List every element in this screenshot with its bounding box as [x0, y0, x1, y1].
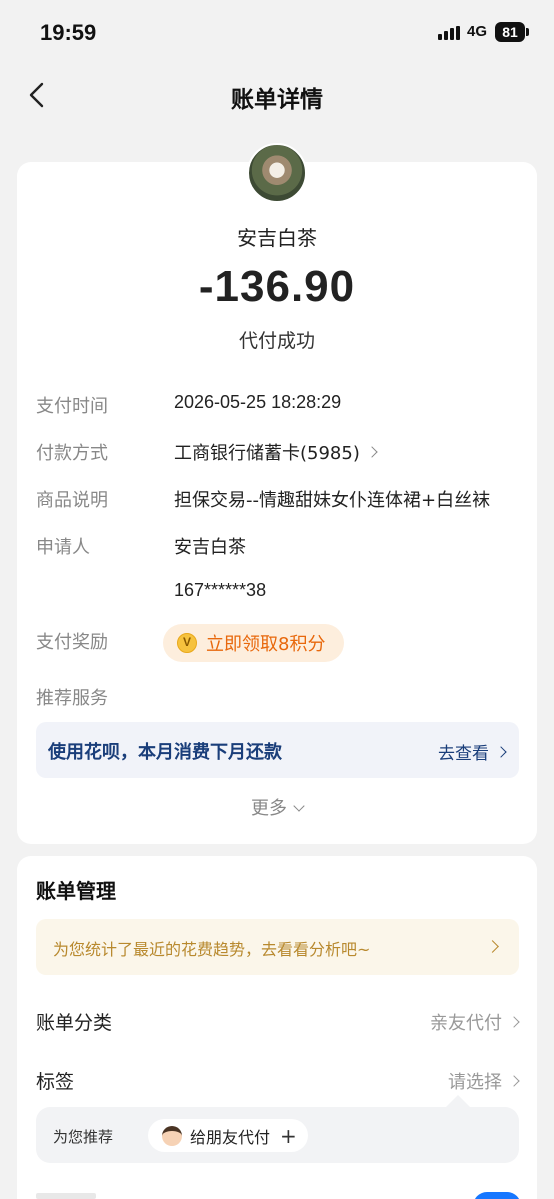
spending-trend-text: 为您统计了最近的花费趋势，去看看分析吧~ — [53, 940, 371, 959]
next-row-label-partial — [36, 1193, 96, 1199]
chevron-right-icon — [486, 940, 499, 953]
applicant-phone: 167******38 — [174, 580, 267, 600]
view-promo-label: 去查看 — [438, 744, 489, 764]
recommend-for-you-label: 为您推荐 — [53, 1128, 114, 1146]
applicant-value: 安吉白茶 — [174, 537, 246, 558]
chevron-down-icon — [293, 800, 305, 812]
tag-value: 请选择 — [448, 1072, 502, 1093]
more-button[interactable]: 更多 — [0, 794, 554, 820]
status-bar: 19:59 4G 81 — [0, 0, 554, 66]
view-promo-link[interactable]: 去查看 — [438, 739, 507, 764]
pay-time-label: 支付时间 — [36, 396, 108, 417]
nav-bar: 账单详情 — [0, 66, 554, 124]
chevron-right-icon — [508, 1075, 520, 1087]
huabei-promo-text: 使用花呗，本月消费下月还款 — [48, 742, 282, 763]
item-desc-label: 商品说明 — [36, 490, 108, 511]
bill-category-label: 账单分类 — [36, 1012, 113, 1034]
battery-icon: 81 — [495, 22, 525, 42]
tag-chip-label: 给朋友代付 — [190, 1127, 271, 1147]
battery-tip — [526, 28, 529, 36]
tag-label: 标签 — [36, 1071, 75, 1093]
points-coin-icon: V — [177, 633, 197, 653]
spending-trend-banner[interactable]: 为您统计了最近的花费趋势，去看看分析吧~ — [36, 919, 519, 975]
chevron-right-icon — [495, 746, 507, 758]
page-title: 账单详情 — [231, 87, 323, 113]
recommend-tip-arrow — [446, 1095, 470, 1107]
recommend-service-label: 推荐服务 — [36, 688, 108, 709]
bill-category-value: 亲友代付 — [430, 1013, 502, 1034]
bill-management-title: 账单管理 — [36, 879, 116, 903]
tag-chip-friend-pay[interactable]: 给朋友代付 + — [148, 1119, 308, 1152]
more-label: 更多 — [251, 798, 287, 819]
tag-selector[interactable]: 请选择 — [448, 1068, 520, 1094]
bill-category-selector[interactable]: 亲友代付 — [430, 1009, 520, 1035]
claim-points-button[interactable]: V 立即领取8积分 — [163, 624, 344, 662]
pay-method-label: 付款方式 — [36, 443, 108, 464]
claim-points-label: 立即领取8积分 — [206, 634, 326, 655]
reward-label: 支付奖励 — [36, 632, 108, 653]
applicant-label: 申请人 — [36, 537, 90, 558]
plus-icon: + — [280, 1123, 297, 1148]
pay-method-value: 工商银行储蓄卡(5985) — [174, 443, 360, 464]
face-emoji-icon — [162, 1125, 182, 1146]
network-type: 4G — [467, 23, 488, 40]
payment-amount: -136.90 — [198, 262, 356, 311]
payee-avatar[interactable] — [247, 143, 307, 203]
huabei-promo-banner[interactable]: 使用花呗，本月消费下月还款 去查看 — [36, 722, 519, 778]
chevron-right-icon — [366, 446, 378, 458]
tag-recommend-box: 为您推荐 给朋友代付 + — [36, 1107, 519, 1163]
payee-name: 安吉白茶 — [237, 226, 317, 250]
payment-status: 代付成功 — [238, 330, 315, 352]
chevron-right-icon — [508, 1016, 520, 1028]
pay-time-value: 2026-05-25 18:28:29 — [174, 392, 342, 412]
signal-icon — [438, 26, 460, 40]
toggle-switch[interactable] — [473, 1192, 521, 1199]
status-time: 19:59 — [40, 20, 97, 45]
pay-method-row[interactable]: 工商银行储蓄卡(5985) — [174, 439, 378, 465]
item-desc-value: 担保交易--情趣甜妹女仆连体裙+白丝袜 — [174, 490, 491, 511]
